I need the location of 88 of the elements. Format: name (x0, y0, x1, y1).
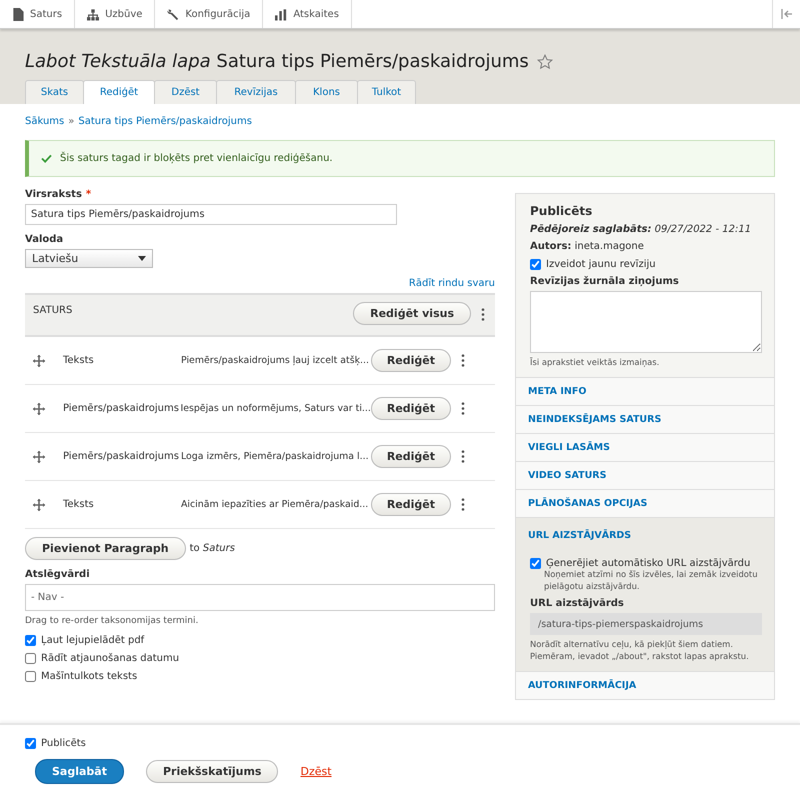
checkbox[interactable] (25, 671, 36, 682)
tab[interactable]: Revīzijas (216, 80, 296, 104)
dropdown-arrow-icon (138, 256, 146, 261)
more-icon[interactable] (461, 354, 465, 367)
bar-chart-icon (275, 8, 288, 20)
more-icon[interactable] (461, 402, 466, 415)
toolbar-item[interactable]: Uzbūve (75, 0, 156, 28)
paragraph-type: Teksts (63, 355, 95, 366)
paragraph-type: Teksts (63, 499, 95, 510)
edit-all-button[interactable]: Rediģēt visus (353, 302, 471, 325)
edit-button[interactable]: Rediģēt (370, 445, 451, 468)
checkbox-label: Ļaut lejupielādēt pdf (41, 635, 144, 646)
sidebar-toggle-button[interactable] (772, 0, 800, 28)
checkbox-label: Mašīntulkots teksts (41, 671, 138, 682)
tab[interactable]: Skats (25, 80, 84, 104)
checkbox-label: Ģenerējiet automātisko URL aizstājvārdu (546, 558, 750, 569)
preview-button[interactable]: Priekšskatījums (146, 760, 278, 783)
save-button[interactable]: Saglabāt (35, 759, 124, 784)
drag-handle-icon[interactable] (33, 402, 45, 414)
edit-button[interactable]: Rediģēt (370, 397, 452, 420)
breadcrumb-separator: » (68, 116, 74, 127)
checkbox[interactable] (25, 653, 36, 664)
section-toggle[interactable]: PLĀNOŠANAS OPCIJAS (516, 490, 774, 517)
arrow-icon (780, 8, 792, 18)
checkbox-label: Publicēts (41, 738, 86, 749)
checkbox-label: Rādīt atjaunošanas datumu (41, 653, 180, 664)
document-icon (12, 8, 24, 20)
status-heading: Publicēts (530, 204, 594, 218)
section-toggle[interactable]: AUTORINFORMĀCIJA (516, 672, 774, 699)
more-icon[interactable] (461, 498, 465, 511)
toolbar-item[interactable]: Konfigurācija (155, 0, 264, 28)
wrench-icon (167, 8, 180, 20)
paragraph-summary: Loga izmērs, Piemēra/paskaidrojuma l... (181, 451, 370, 462)
row-weights-link[interactable]: Rādīt rindu svaru (408, 278, 495, 289)
add-target-text: to Saturs (190, 543, 235, 554)
breadcrumb-link[interactable]: Sākums (25, 116, 64, 127)
last-saved-text: Pēdējoreiz saglabāts: 09/27/2022 - 12:11 (530, 224, 752, 235)
message-text: Šis saturs tagad ir bloķēts pret vienlaicīgu rediģēšanu. (60, 153, 333, 164)
checkbox-label: Izveidot jaunu revīziju (546, 259, 656, 270)
drag-handle-icon[interactable] (33, 354, 45, 366)
breadcrumb-link[interactable]: Satura tips Piemērs/paskaidrojums (78, 116, 252, 127)
column-heading: SATURS (33, 305, 74, 316)
checkbox[interactable] (25, 738, 36, 749)
section-toggle[interactable]: META INFO (516, 378, 774, 405)
delete-link[interactable]: Dzēst (300, 765, 332, 778)
help-text: Īsi aprakstiet veiktās izmaiņas. (530, 357, 660, 369)
help-text: Noņemiet atzīmi no šīs izvēles, lai zemāk izveidotu pielāgotu aizstājvārdu. (543, 568, 759, 592)
tab[interactable]: Rediģēt (83, 80, 155, 104)
paragraph-summary: Aicinām iepazīties ar Piemēra/paskaid... (181, 499, 370, 510)
tab[interactable]: Klons (295, 80, 358, 104)
page-title: Labot Tekstuāla lapa Satura tips Piemērs/paskaidrojums (25, 51, 529, 72)
checkbox[interactable] (25, 635, 36, 646)
add-paragraph-button[interactable]: Pievienot Paragraph (25, 537, 186, 560)
checkbox[interactable] (530, 558, 541, 569)
paragraph-summary: Piemērs/paskaidrojums ļauj izcelt atšķ... (181, 355, 370, 366)
required-mark: * (86, 189, 92, 200)
more-icon[interactable] (461, 450, 465, 463)
paragraph-type: Piemērs/paskaidrojums (63, 451, 180, 462)
help-text: Norādīt alternatīvu ceļu, kā piekļūt šiem datiem. Piemēram, ievadot „/about", rakstot lapas aprakstu. (530, 639, 750, 663)
section-toggle[interactable]: URL AIZSTĀJVĀRDS (516, 518, 774, 551)
paragraph-summary: Iespējas un noformējums, Saturs var ti... (180, 403, 371, 414)
language-select[interactable]: Latviešu (25, 249, 153, 268)
field-label: Revīzijas žurnāla ziņojums (530, 276, 680, 287)
tab[interactable]: Tulkot (357, 80, 416, 104)
section-toggle[interactable]: VIDEO SATURS (516, 462, 774, 489)
drag-handle-icon[interactable] (33, 498, 45, 510)
edit-button[interactable]: Rediģēt (370, 493, 451, 516)
more-icon[interactable] (481, 308, 485, 321)
keywords-input[interactable]: - Nav - (25, 584, 495, 611)
star-icon[interactable] (536, 54, 553, 70)
author-text: Autors: ineta.magone (530, 241, 645, 252)
section-toggle[interactable]: VIEGLI LASĀMS (516, 434, 774, 461)
section-toggle[interactable]: NEINDEKSĒJAMS SATURS (516, 406, 774, 433)
toolbar-item[interactable]: Atskaites (263, 0, 352, 28)
field-label: Valoda (25, 234, 64, 245)
tab[interactable]: Dzēst (154, 80, 217, 104)
paragraph-type: Piemērs/paskaidrojums (62, 403, 180, 414)
drag-handle-icon[interactable] (33, 450, 45, 462)
sitemap-icon (87, 8, 100, 20)
field-label: Virsraksts * (25, 189, 92, 200)
check-icon (41, 154, 52, 163)
field-label: Atslēgvārdi (25, 569, 91, 580)
field-label: URL aizstājvārds (530, 598, 625, 610)
toolbar-item[interactable]: Saturs (0, 0, 76, 28)
checkbox[interactable] (530, 259, 541, 270)
help-text: Drag to re-order taksonomijas termini. (25, 615, 200, 628)
edit-button[interactable]: Rediģēt (370, 349, 451, 372)
title-input[interactable]: Satura tips Piemērs/paskaidrojums (25, 204, 397, 225)
